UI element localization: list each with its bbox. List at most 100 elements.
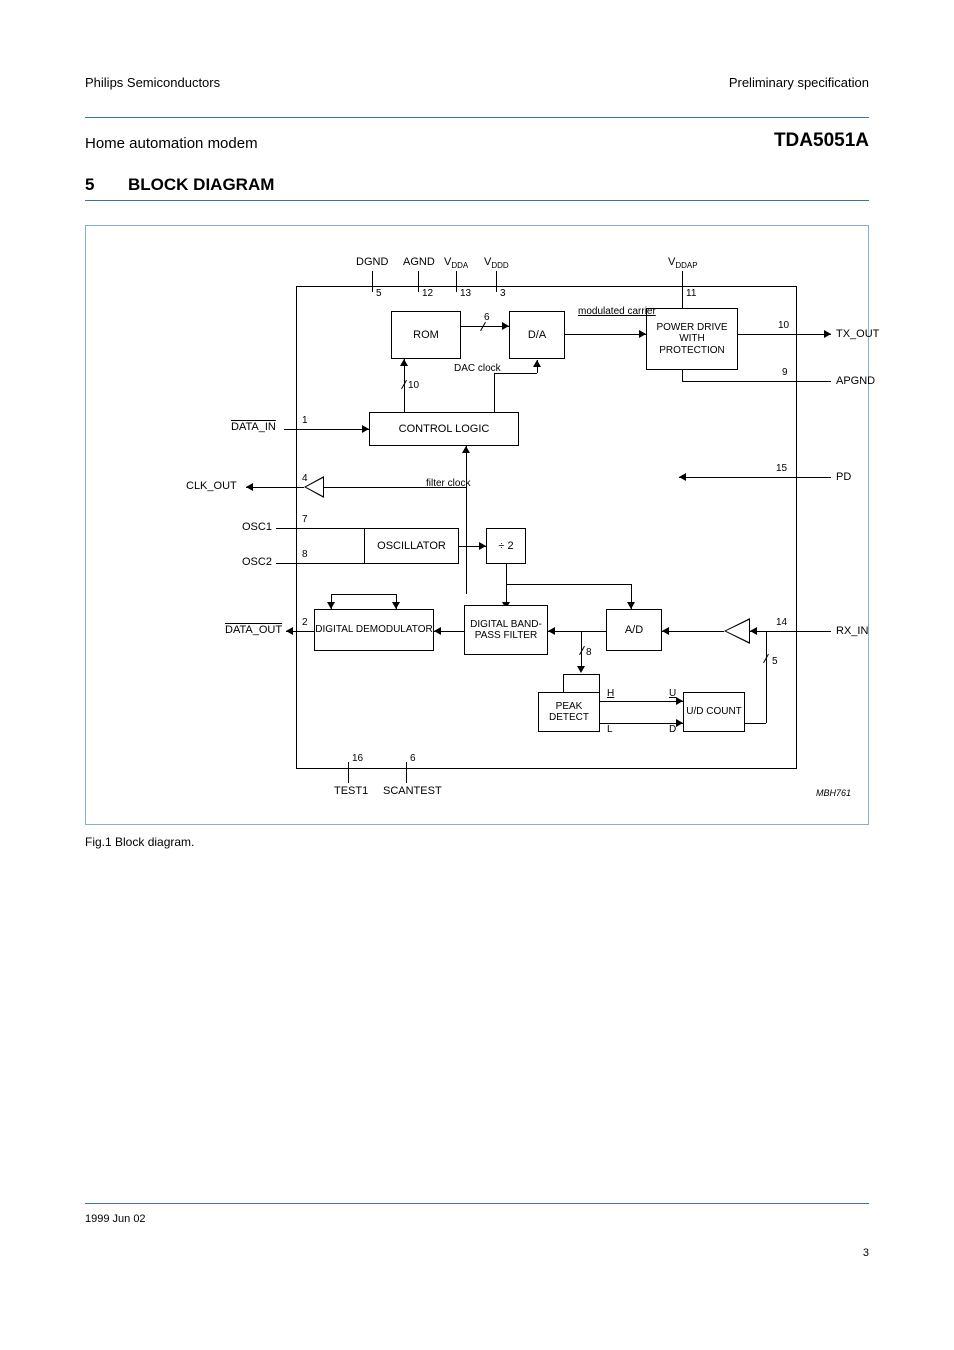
doc-subtitle: Home automation modem bbox=[85, 135, 258, 152]
label-L: L bbox=[607, 724, 613, 735]
pin-clkout-label: CLK_OUT bbox=[186, 480, 237, 492]
arrow-ctrl-rom bbox=[400, 359, 408, 366]
arrow-osc-div bbox=[479, 542, 486, 550]
pin-osc2-label: OSC2 bbox=[242, 556, 272, 568]
section-number: 5 bbox=[85, 175, 94, 195]
block-ad: A/D bbox=[606, 609, 662, 651]
pin-osc2-num: 8 bbox=[302, 549, 308, 560]
pin-vddap-num: 11 bbox=[686, 288, 696, 299]
arrow-pd bbox=[679, 473, 686, 481]
pin-vdda-wire bbox=[456, 271, 457, 286]
wire-dacclk-v2 bbox=[537, 360, 538, 373]
section-title: BLOCK DIAGRAM bbox=[128, 175, 274, 195]
wire-dacclk-v bbox=[494, 373, 495, 412]
wire-gain-v bbox=[766, 631, 767, 723]
block-peak: PEAK DETECT bbox=[538, 692, 600, 732]
footer-page: 3 bbox=[863, 1247, 869, 1259]
arrow-div-dataout bbox=[327, 602, 335, 609]
arrow-div-ad bbox=[627, 602, 635, 609]
pin-datain-num: 1 bbox=[302, 415, 308, 426]
wire-gain-h bbox=[745, 723, 766, 724]
section-rule bbox=[85, 200, 869, 201]
wire-H bbox=[600, 701, 683, 702]
arrow-H bbox=[676, 697, 683, 705]
chip-right bbox=[796, 286, 797, 769]
arrow-div-demod bbox=[392, 602, 400, 609]
block-power: POWER DRIVE WITH PROTECTION bbox=[646, 308, 738, 370]
wire-apgnd bbox=[682, 381, 831, 382]
figure-frame: DGND 5 AGND 12 VDDA 13 VDDD 3 VDDAP 11 R… bbox=[85, 225, 869, 825]
block-rom: ROM bbox=[391, 311, 461, 359]
bus-6: 6 bbox=[484, 312, 490, 323]
pin-test1-num: 16 bbox=[352, 753, 363, 764]
pin-dgnd-num: 5 bbox=[376, 288, 382, 299]
arrow-ad-peak-down bbox=[577, 666, 585, 673]
block-da: D/A bbox=[509, 311, 565, 359]
vga-icon bbox=[724, 618, 750, 644]
arrow-bpf-demod bbox=[434, 627, 441, 635]
pin-vddd-label: VDDD bbox=[484, 256, 509, 270]
bus-5: 5 bbox=[772, 656, 778, 667]
bus-8: 8 bbox=[586, 647, 592, 658]
label-mod-carrier: modulated carrier bbox=[578, 306, 656, 317]
pin-apgnd-label: APGND bbox=[836, 375, 875, 387]
chip-bottom bbox=[296, 768, 796, 769]
label-filterclk: filter clock bbox=[426, 478, 470, 489]
figure-label: Fig.1 Block diagram. bbox=[85, 835, 194, 849]
label-dacclk: DAC clock bbox=[454, 363, 501, 374]
pin-agnd-num: 12 bbox=[422, 288, 433, 299]
pin-vddd-wire bbox=[496, 271, 497, 286]
block-bpf: DIGITAL BAND-PASS FILTER bbox=[464, 605, 548, 655]
arrow-vga-ad bbox=[662, 627, 669, 635]
pin-agnd-wire bbox=[418, 271, 419, 286]
arrow-datain bbox=[362, 425, 369, 433]
arrow-dataout bbox=[286, 627, 293, 635]
header-right: Preliminary specification bbox=[729, 75, 869, 90]
wire-osc2 bbox=[276, 563, 364, 564]
label-H: H bbox=[607, 688, 614, 699]
wire-osc1 bbox=[276, 528, 364, 529]
bus-10: 10 bbox=[408, 380, 419, 391]
arrow-txout bbox=[824, 330, 831, 338]
chip-top bbox=[296, 286, 796, 287]
pin-dgnd-label: DGND bbox=[356, 256, 388, 268]
block-udc: U/D COUNT bbox=[683, 692, 745, 732]
wire-div-right bbox=[506, 584, 631, 585]
pin-vddd-num: 3 bbox=[500, 288, 506, 299]
arrow-L bbox=[676, 719, 683, 727]
product-name: TDA5051A bbox=[774, 130, 869, 152]
pin-agnd-label: AGND bbox=[403, 256, 435, 268]
pin-dataout-num: 2 bbox=[302, 617, 308, 628]
header-rule bbox=[85, 117, 869, 118]
wire-div-demod-h bbox=[331, 594, 396, 595]
bus-slash-8 bbox=[579, 646, 585, 655]
pin-clkout-num: 4 bbox=[302, 473, 308, 484]
arrow-rxin bbox=[750, 627, 757, 635]
block-div2: ÷ 2 bbox=[486, 528, 526, 564]
block-control: CONTROL LOGIC bbox=[369, 412, 519, 446]
pin-datain-label: DATA_IN bbox=[231, 421, 276, 433]
block-osc: OSCILLATOR bbox=[364, 528, 459, 564]
pin-apgnd-num: 9 bbox=[782, 367, 788, 378]
arrow-da-power bbox=[639, 330, 646, 338]
footer-date: 1999 Jun 02 bbox=[85, 1213, 146, 1225]
wire-apgnd-v bbox=[682, 370, 683, 381]
wire-pd bbox=[679, 477, 831, 478]
pin-scantest-wire bbox=[406, 768, 407, 783]
header-left: Philips Semiconductors bbox=[85, 75, 220, 90]
pin-txout-label: TX_OUT bbox=[836, 328, 879, 340]
footer-rule bbox=[85, 1203, 869, 1204]
pin-scantest-num: 6 bbox=[410, 753, 416, 764]
label-D: D bbox=[669, 724, 676, 735]
wire-ad-bpf bbox=[548, 631, 606, 632]
wire-ctrl-rom bbox=[404, 359, 405, 412]
pin-pd-num: 15 bbox=[776, 463, 787, 474]
wire-filterclk-v bbox=[466, 446, 467, 594]
pin-vdda-num: 13 bbox=[460, 288, 471, 299]
arrow-ad-bpf bbox=[548, 627, 555, 635]
wire-txout bbox=[738, 334, 831, 335]
pin-osc1-num: 7 bbox=[302, 514, 308, 525]
arrow-rom-da bbox=[502, 322, 509, 330]
figure-code: MBH761 bbox=[816, 788, 851, 798]
pin-vdda-label: VDDA bbox=[444, 256, 468, 270]
